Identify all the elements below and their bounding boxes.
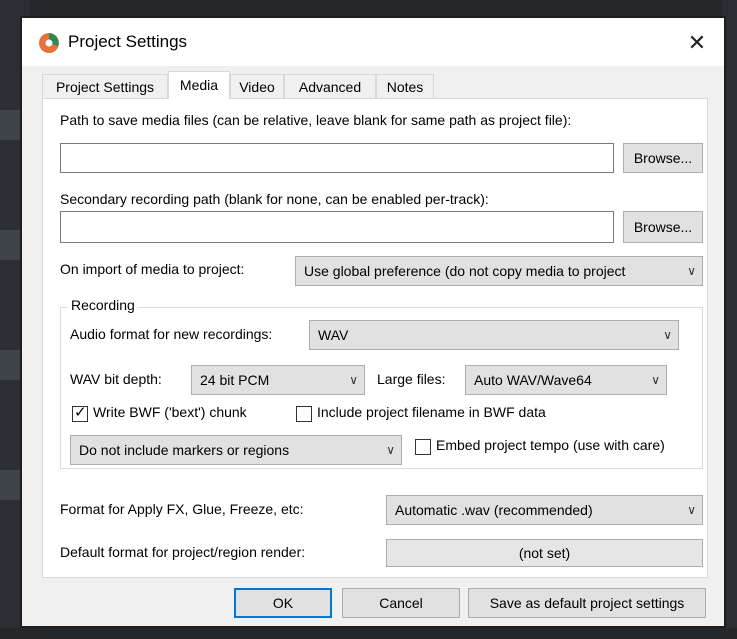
bit-depth-dropdown[interactable]: 24 bit PCM ∨ xyxy=(191,365,365,395)
ok-button[interactable]: OK xyxy=(234,588,332,618)
chevron-down-icon: ∨ xyxy=(349,373,358,387)
large-files-dropdown[interactable]: Auto WAV/Wave64 ∨ xyxy=(465,365,667,395)
title-bar[interactable]: Project Settings ✕ xyxy=(22,18,724,66)
chevron-down-icon: ∨ xyxy=(663,328,672,342)
markers-dropdown[interactable]: Do not include markers or regions ∨ xyxy=(70,435,402,465)
chevron-down-icon: ∨ xyxy=(386,443,395,457)
import-media-label: On import of media to project: xyxy=(60,261,245,277)
secondary-path-label: Secondary recording path (blank for none… xyxy=(60,191,489,207)
chevron-down-icon: ∨ xyxy=(687,264,696,278)
render-format-button[interactable]: (not set) xyxy=(386,539,703,567)
tab-project-settings[interactable]: Project Settings xyxy=(42,74,168,98)
write-bwf-label[interactable]: Write BWF ('bext') chunk xyxy=(93,404,247,420)
large-files-value: Auto WAV/Wave64 xyxy=(474,372,592,388)
apply-fx-format-value: Automatic .wav (recommended) xyxy=(395,502,593,518)
bit-depth-value: 24 bit PCM xyxy=(200,372,270,388)
recording-group-title: Recording xyxy=(68,297,138,313)
tab-media[interactable]: Media xyxy=(168,71,230,99)
audio-format-value: WAV xyxy=(318,327,349,343)
tab-video[interactable]: Video xyxy=(230,74,284,98)
audio-format-label: Audio format for new recordings: xyxy=(70,326,273,342)
check-icon: ✓ xyxy=(74,404,87,421)
tab-notes[interactable]: Notes xyxy=(376,74,434,98)
render-format-label: Default format for project/region render… xyxy=(60,544,306,560)
chevron-down-icon: ∨ xyxy=(687,503,696,517)
import-media-value: Use global preference (do not copy media… xyxy=(304,263,626,279)
browse-secondary-path-button[interactable]: Browse... xyxy=(623,211,703,243)
include-filename-label[interactable]: Include project filename in BWF data xyxy=(317,404,546,420)
secondary-path-input[interactable] xyxy=(60,211,614,243)
markers-value: Do not include markers or regions xyxy=(79,442,290,458)
close-icon: ✕ xyxy=(687,30,707,55)
host-app-bottom-edge xyxy=(0,628,737,639)
include-filename-checkbox[interactable] xyxy=(296,406,312,422)
embed-tempo-checkbox[interactable] xyxy=(415,439,431,455)
large-files-label: Large files: xyxy=(377,371,446,387)
write-bwf-checkbox[interactable]: ✓ xyxy=(72,404,88,422)
save-path-label: Path to save media files (can be relativ… xyxy=(60,112,572,128)
bit-depth-label: WAV bit depth: xyxy=(70,371,162,387)
import-media-dropdown[interactable]: Use global preference (do not copy media… xyxy=(295,256,703,286)
close-button[interactable]: ✕ xyxy=(674,24,720,62)
tab-advanced[interactable]: Advanced xyxy=(284,74,376,98)
host-app-toolbar xyxy=(0,0,737,16)
media-tab-panel: Path to save media files (can be relativ… xyxy=(42,98,708,578)
apply-fx-format-label: Format for Apply FX, Glue, Freeze, etc: xyxy=(60,501,304,517)
chevron-down-icon: ∨ xyxy=(651,373,660,387)
window-title: Project Settings xyxy=(68,32,188,51)
cancel-button[interactable]: Cancel xyxy=(342,588,460,618)
project-settings-dialog: Project Settings ✕ Project Settings Medi… xyxy=(20,16,726,628)
embed-tempo-label[interactable]: Embed project tempo (use with care) xyxy=(436,437,665,453)
browse-save-path-button[interactable]: Browse... xyxy=(623,143,703,173)
audio-format-dropdown[interactable]: WAV ∨ xyxy=(309,320,679,350)
save-path-input[interactable] xyxy=(60,143,614,173)
apply-fx-format-dropdown[interactable]: Automatic .wav (recommended) ∨ xyxy=(386,495,703,525)
reaper-logo-icon xyxy=(39,33,59,53)
save-default-settings-button[interactable]: Save as default project settings xyxy=(468,588,706,618)
